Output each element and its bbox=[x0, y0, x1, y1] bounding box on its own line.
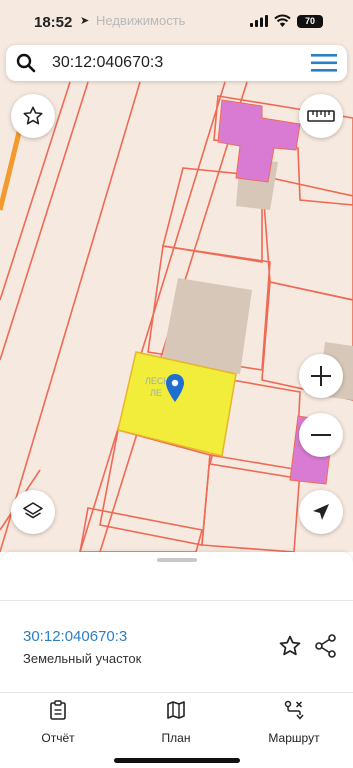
building bbox=[162, 278, 252, 374]
wifi-icon bbox=[274, 14, 291, 27]
navigation-arrow-icon bbox=[313, 504, 329, 520]
divider bbox=[0, 692, 353, 693]
location-arrow-icon: ➤ bbox=[80, 15, 90, 27]
home-indicator bbox=[114, 758, 240, 763]
tab-plan-label: План bbox=[161, 731, 191, 745]
battery-icon: 70 bbox=[297, 15, 323, 28]
ruler-button[interactable] bbox=[299, 94, 343, 138]
map-watermark-line2: ЛЕ bbox=[150, 388, 162, 398]
status-time: 18:52 bbox=[34, 14, 73, 31]
cadastral-map[interactable]: ЛЕСНЫЕ ЛЕ bbox=[0, 0, 353, 552]
star-icon[interactable] bbox=[278, 634, 302, 658]
layers-icon bbox=[23, 502, 43, 519]
layers-button[interactable] bbox=[11, 490, 55, 534]
my-location-button[interactable] bbox=[299, 490, 343, 534]
tab-route[interactable]: Маршрут bbox=[244, 700, 344, 745]
divider bbox=[0, 600, 353, 601]
tab-route-label: Маршрут bbox=[268, 731, 320, 745]
sheet-grabber[interactable] bbox=[157, 558, 197, 562]
favorite-button[interactable] bbox=[11, 94, 55, 138]
route-icon bbox=[284, 700, 304, 720]
zoom-in-button[interactable] bbox=[299, 354, 343, 398]
zoom-out-button[interactable] bbox=[299, 413, 343, 457]
ruler-icon bbox=[307, 110, 335, 122]
minus-icon bbox=[311, 434, 331, 436]
tab-plan[interactable]: План bbox=[126, 700, 226, 745]
parcel-number-link[interactable]: 30:12:040670:3 bbox=[23, 628, 127, 645]
star-icon bbox=[23, 106, 43, 125]
map-plan-icon bbox=[167, 701, 185, 719]
search-input[interactable] bbox=[52, 45, 292, 81]
cellular-signal-icon bbox=[250, 15, 268, 27]
menu-icon[interactable] bbox=[311, 54, 337, 72]
search-bar[interactable] bbox=[6, 45, 347, 81]
tab-report-label: Отчёт bbox=[41, 731, 75, 745]
tab-report[interactable]: Отчёт bbox=[8, 700, 108, 745]
share-icon[interactable] bbox=[315, 634, 337, 658]
parcel-info-sheet: 30:12:040670:3 Земельный участок Отчёт П… bbox=[0, 552, 353, 768]
map-view[interactable]: ЛЕСНЫЕ ЛЕ bbox=[0, 0, 353, 552]
highlighted-building bbox=[217, 99, 301, 183]
status-app-label: Недвижимость bbox=[96, 13, 186, 28]
parcel-type-label: Земельный участок bbox=[23, 651, 142, 666]
search-icon[interactable] bbox=[16, 53, 36, 73]
status-bar: 18:52 ➤ Недвижимость 70 bbox=[0, 0, 353, 44]
plus-icon bbox=[311, 366, 331, 386]
report-icon bbox=[50, 700, 66, 720]
